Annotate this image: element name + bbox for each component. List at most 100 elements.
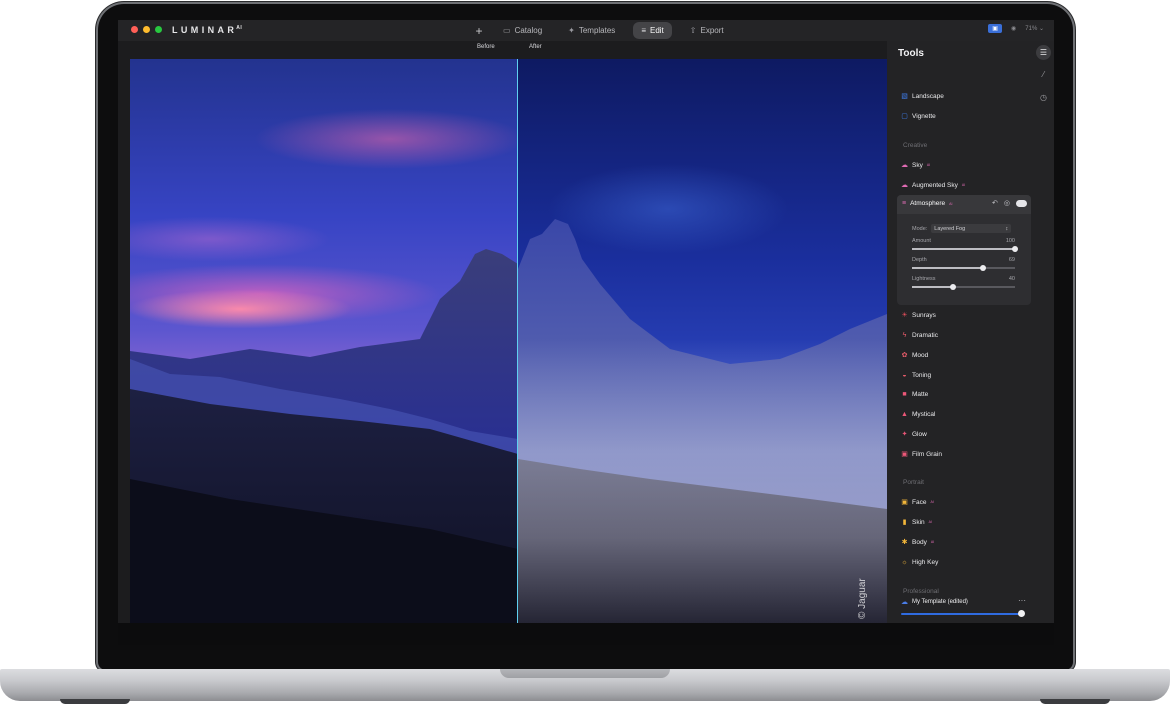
screen-chin: [118, 623, 1054, 645]
atmosphere-tool-panel: ≡ Atmosphere AI ↶ ◎ Mode: Layered Fog ↕ A…: [897, 195, 1031, 305]
window-controls: [131, 26, 162, 33]
section-creative: Creative: [903, 142, 928, 149]
tool-mood[interactable]: ✿ Mood: [901, 349, 929, 361]
mode-select[interactable]: Layered Fog ↕: [931, 224, 1012, 233]
brush-rail-button[interactable]: ⁄: [1036, 67, 1051, 82]
tool-label: Sky: [912, 161, 923, 169]
photo-canvas[interactable]: © Jaguar: [130, 59, 887, 623]
tool-high-key[interactable]: ☼ High Key: [901, 556, 938, 568]
chevron-updown-icon: ↕: [1005, 225, 1009, 232]
template-amount-knob[interactable]: [1018, 610, 1025, 617]
templates-icon: ✦: [568, 26, 575, 35]
tool-face[interactable]: ▣ Face AI: [901, 496, 934, 508]
high-key-icon: ☼: [901, 558, 908, 566]
atmosphere-label: Atmosphere: [910, 200, 946, 207]
tab-catalog[interactable]: ▭ Catalog: [495, 22, 550, 39]
tool-label: Skin: [912, 518, 925, 526]
cloud-icon: ☁: [901, 161, 908, 169]
tools-panel: Tools ▧ Landscape ▢ Vignette Creative ☁ …: [887, 41, 1032, 623]
laptop-foot-left: [60, 699, 130, 704]
slider-fill: [912, 248, 1015, 250]
clock-icon: ◷: [1040, 93, 1047, 102]
tool-dramatic[interactable]: ϟ Dramatic: [901, 329, 938, 341]
tool-skin[interactable]: ▮ Skin AI: [901, 516, 932, 528]
tool-glow[interactable]: ✦ Glow: [901, 428, 927, 440]
slider-track[interactable]: [912, 264, 1015, 271]
tool-label: Matte: [912, 390, 929, 398]
body-icon: ✱: [901, 538, 908, 546]
film-grain-icon: ▣: [901, 450, 908, 458]
template-amount-track[interactable]: [901, 613, 1022, 615]
before-after-divider[interactable]: [517, 59, 518, 623]
tool-vignette[interactable]: ▢ Vignette: [901, 110, 936, 122]
tool-label: Body: [912, 538, 927, 546]
sun-icon: ☀: [901, 311, 908, 319]
ai-badge: AI: [949, 201, 953, 206]
template-more-button[interactable]: ···: [1018, 596, 1026, 605]
history-rail-button[interactable]: ◷: [1036, 90, 1051, 105]
watermark: © Jaguar: [857, 578, 868, 619]
visibility-toggle[interactable]: [1016, 200, 1027, 207]
app-logo: LUMINARAI: [172, 25, 243, 35]
tool-label: Landscape: [912, 92, 944, 100]
tool-mystical[interactable]: ▲ Mystical: [901, 408, 935, 420]
mask-icon[interactable]: ◎: [1004, 199, 1010, 207]
add-photos-button[interactable]: +: [473, 24, 485, 38]
depth-slider[interactable]: Depth 69: [912, 257, 1015, 271]
slider-fill: [912, 286, 954, 288]
amount-slider[interactable]: Amount 100: [912, 238, 1018, 252]
section-professional: Professional: [903, 588, 939, 595]
toning-icon: ◒: [902, 371, 907, 379]
tool-matte[interactable]: ■ Matte: [901, 388, 928, 400]
undo-icon[interactable]: ↶: [992, 199, 998, 207]
mood-icon: ✿: [901, 351, 908, 359]
skin-icon: ▮: [902, 518, 907, 526]
laptop-notch: [500, 669, 670, 678]
tool-sunrays[interactable]: ☀ Sunrays: [901, 309, 936, 321]
mode-row: Mode: Layered Fog ↕: [912, 224, 1012, 233]
lightness-slider[interactable]: Lightness 40: [912, 276, 1015, 290]
tab-export[interactable]: ⇧ Export: [682, 22, 732, 39]
after-label: After: [529, 44, 542, 50]
eye-icon[interactable]: ◉: [1011, 25, 1016, 32]
mystical-icon: ▲: [901, 410, 908, 418]
slider-label: Depth: [912, 257, 927, 263]
zoom-select[interactable]: 71% ⌄: [1025, 25, 1044, 32]
template-footer: ☁ My Template (edited) ···: [887, 595, 1054, 623]
tool-sky[interactable]: ☁ Sky AI: [901, 159, 930, 171]
ai-badge: AI: [930, 500, 934, 504]
face-icon: ▣: [901, 498, 908, 506]
tab-edit-label: Edit: [649, 26, 664, 35]
close-window-button[interactable]: [131, 26, 138, 33]
app-window: LUMINARAI + ▭ Catalog ✦ Templates ≡ Edit…: [118, 20, 1054, 623]
slider-track[interactable]: [912, 283, 1015, 290]
brush-icon: ⁄: [1042, 70, 1045, 79]
tab-edit[interactable]: ≡ Edit: [633, 22, 672, 39]
tools-rail-button[interactable]: ☰: [1036, 45, 1051, 60]
tool-label: Sunrays: [912, 311, 936, 319]
slider-knob[interactable]: [950, 283, 957, 290]
template-name[interactable]: ☁ My Template (edited): [901, 598, 968, 606]
minimize-window-button[interactable]: [143, 26, 150, 33]
fog-overlay: [518, 339, 887, 623]
ai-badge: AI: [928, 520, 932, 524]
compare-view-button[interactable]: ▣: [988, 24, 1003, 33]
maximize-window-button[interactable]: [155, 26, 162, 33]
atmosphere-header[interactable]: ≡ Atmosphere AI ↶ ◎: [897, 195, 1031, 214]
tool-label: Film Grain: [912, 450, 942, 458]
slider-value: 100: [1005, 238, 1015, 244]
tool-toning[interactable]: ◒ Toning: [901, 369, 931, 381]
tool-augmented-sky[interactable]: ☁ Augmented Sky AI: [901, 179, 965, 191]
zoom-value: 71%: [1025, 26, 1038, 32]
slider-knob[interactable]: [1012, 245, 1018, 252]
tool-body[interactable]: ✱ Body AI: [901, 536, 935, 548]
ai-badge: AI: [930, 540, 935, 544]
tab-templates[interactable]: ✦ Templates: [560, 22, 623, 39]
slider-track[interactable]: [912, 245, 1018, 252]
tool-landscape[interactable]: ▧ Landscape: [901, 90, 944, 102]
landscape-icon: ▧: [901, 92, 908, 100]
tool-label: Mood: [912, 351, 929, 359]
slider-knob[interactable]: [980, 264, 987, 271]
tool-film-grain[interactable]: ▣ Film Grain: [901, 448, 942, 460]
folder-icon: ▭: [503, 26, 511, 35]
